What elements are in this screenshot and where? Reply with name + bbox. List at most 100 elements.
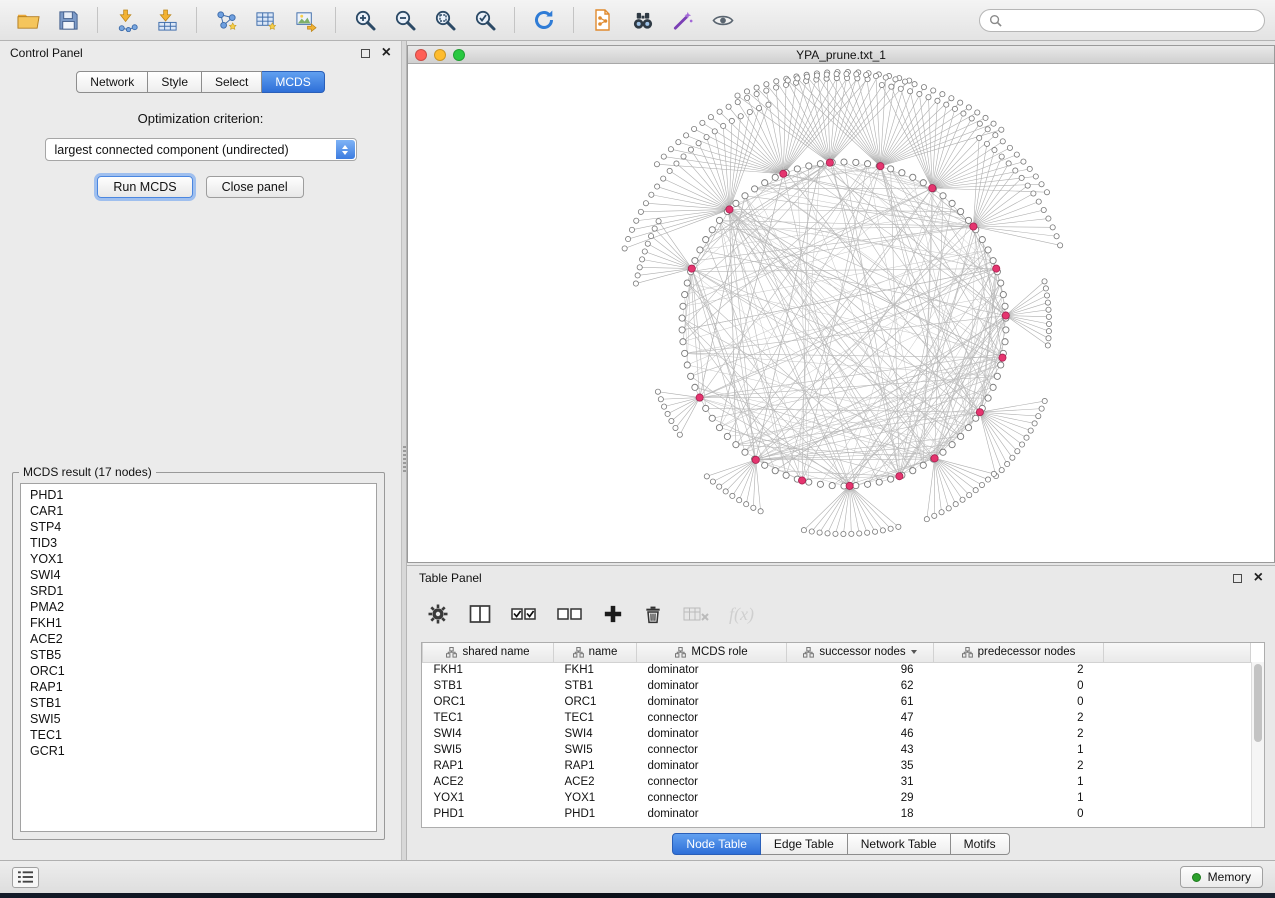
cytoscape-window: Control Panel × NetworkStyleSelectMCDS O… — [0, 0, 1275, 898]
table-settings-button[interactable] — [427, 603, 449, 625]
new-table-icon — [254, 9, 279, 32]
import-table-file-button[interactable] — [149, 4, 185, 36]
tab-style[interactable]: Style — [148, 71, 202, 93]
float-table-panel-button[interactable] — [1233, 574, 1242, 583]
mcds-result-item[interactable]: TID3 — [30, 535, 376, 551]
column-header-name[interactable]: name — [554, 643, 637, 662]
float-panel-button[interactable] — [361, 49, 370, 58]
minimize-window-icon[interactable] — [434, 49, 446, 61]
task-history-button[interactable] — [12, 867, 39, 888]
delete-column-button[interactable] — [643, 604, 663, 625]
criterion-select[interactable]: largest connected component (undirected) — [45, 138, 357, 161]
memory-status-icon — [1192, 873, 1201, 882]
new-table-button[interactable] — [248, 4, 284, 36]
mcds-result-item[interactable]: SWI5 — [30, 711, 376, 727]
mcds-result-item[interactable]: GCR1 — [30, 743, 376, 759]
mcds-result-item[interactable]: PMA2 — [30, 599, 376, 615]
share-document-icon — [591, 8, 615, 32]
unchecked-boxes-icon — [557, 605, 583, 623]
magic-wand-icon — [671, 9, 695, 32]
zoom-fit-button[interactable] — [427, 4, 463, 36]
mcds-result-item[interactable]: STB1 — [30, 695, 376, 711]
maximize-window-icon[interactable] — [453, 49, 465, 61]
mcds-result-item[interactable]: PHD1 — [30, 487, 376, 503]
columns-icon — [469, 604, 491, 624]
table-row[interactable]: STB1STB1dominator620 — [423, 678, 1251, 694]
open-session-button[interactable] — [10, 4, 46, 36]
table-row[interactable]: PHD1PHD1dominator180 — [423, 806, 1251, 822]
select-all-rows-button[interactable] — [511, 605, 537, 623]
column-header-predecessor-nodes[interactable]: predecessor nodes — [934, 643, 1104, 662]
table-row[interactable]: ACE2ACE2connector311 — [423, 774, 1251, 790]
status-bar: Memory — [0, 860, 1275, 893]
table-row[interactable]: FKH1FKH1dominator962 — [423, 662, 1251, 678]
table-row[interactable]: SWI5SWI5connector431 — [423, 742, 1251, 758]
close-table-panel-button[interactable]: × — [1254, 572, 1263, 584]
scrollbar-thumb[interactable] — [1254, 664, 1262, 742]
import-network-file-button[interactable] — [109, 4, 145, 36]
trash-icon — [643, 604, 663, 625]
mcds-result-list[interactable]: PHD1CAR1STP4TID3YOX1SWI4SRD1PMA2FKH1ACE2… — [20, 483, 377, 832]
tab-network[interactable]: Network — [76, 71, 148, 93]
close-window-icon[interactable] — [415, 49, 427, 61]
find-button[interactable] — [625, 4, 661, 36]
import-network-icon — [115, 9, 140, 32]
tab-select[interactable]: Select — [202, 71, 262, 93]
search-input[interactable] — [1008, 13, 1255, 27]
mcds-result-box: MCDS result (17 nodes) PHD1CAR1STP4TID3Y… — [12, 465, 385, 840]
tab-mcds[interactable]: MCDS — [262, 71, 324, 93]
column-type-icon — [573, 647, 584, 658]
memory-button[interactable]: Memory — [1180, 866, 1263, 888]
new-network-button[interactable] — [208, 4, 244, 36]
tab-network-table[interactable]: Network Table — [848, 833, 951, 855]
apply-layout-button[interactable] — [526, 4, 562, 36]
table-panel-title: Table Panel — [419, 571, 482, 585]
mcds-result-item[interactable]: TEC1 — [30, 727, 376, 743]
function-builder-button[interactable]: f(x) — [729, 604, 754, 625]
create-column-button[interactable] — [603, 604, 623, 624]
mcds-result-item[interactable]: STB5 — [30, 647, 376, 663]
mcds-result-item[interactable]: ORC1 — [30, 663, 376, 679]
deselect-all-rows-button[interactable] — [557, 605, 583, 623]
network-canvas[interactable] — [408, 64, 1274, 562]
table-panel-header: Table Panel × — [407, 566, 1275, 590]
optimization-criterion-label: Optimization criterion: — [0, 111, 401, 126]
show-columns-button[interactable] — [469, 604, 491, 624]
table-scrollbar[interactable] — [1251, 662, 1264, 827]
save-session-button[interactable] — [50, 4, 86, 36]
mcds-result-item[interactable]: ACE2 — [30, 631, 376, 647]
zoom-out-button[interactable] — [387, 4, 423, 36]
mcds-result-item[interactable]: CAR1 — [30, 503, 376, 519]
mcds-result-item[interactable]: RAP1 — [30, 679, 376, 695]
column-header-MCDS-role[interactable]: MCDS role — [637, 643, 787, 662]
mcds-result-item[interactable]: FKH1 — [30, 615, 376, 631]
wand-button[interactable] — [665, 4, 701, 36]
close-panel-button[interactable]: × — [382, 47, 391, 59]
show-details-button[interactable] — [705, 4, 741, 36]
table-row[interactable]: ORC1ORC1dominator610 — [423, 694, 1251, 710]
export-network-button[interactable] — [585, 4, 621, 36]
control-panel-tabs: NetworkStyleSelectMCDS — [0, 71, 401, 93]
delete-table-button[interactable] — [683, 605, 709, 623]
tab-node-table[interactable]: Node Table — [672, 833, 761, 855]
table-row[interactable]: RAP1RAP1dominator352 — [423, 758, 1251, 774]
zoom-in-button[interactable] — [347, 4, 383, 36]
column-header-successor-nodes[interactable]: successor nodes — [787, 643, 934, 662]
mcds-result-item[interactable]: SRD1 — [30, 583, 376, 599]
table-row[interactable]: TEC1TEC1connector472 — [423, 710, 1251, 726]
zoom-selected-button[interactable] — [467, 4, 503, 36]
mcds-result-item[interactable]: SWI4 — [30, 567, 376, 583]
mcds-result-item[interactable]: YOX1 — [30, 551, 376, 567]
table-row[interactable]: YOX1YOX1connector291 — [423, 790, 1251, 806]
tab-edge-table[interactable]: Edge Table — [761, 833, 848, 855]
close-panel-button-mcds[interactable]: Close panel — [206, 176, 304, 198]
criterion-selected-value: largest connected component (undirected) — [55, 143, 289, 157]
run-mcds-button[interactable]: Run MCDS — [97, 176, 192, 198]
column-header-shared-name[interactable]: shared name — [423, 643, 554, 662]
table-row[interactable]: SWI4SWI4dominator462 — [423, 726, 1251, 742]
mcds-result-item[interactable]: STP4 — [30, 519, 376, 535]
search-box[interactable] — [979, 9, 1265, 32]
zoom-fit-icon — [433, 8, 457, 32]
export-image-button[interactable] — [288, 4, 324, 36]
tab-motifs[interactable]: Motifs — [951, 833, 1010, 855]
